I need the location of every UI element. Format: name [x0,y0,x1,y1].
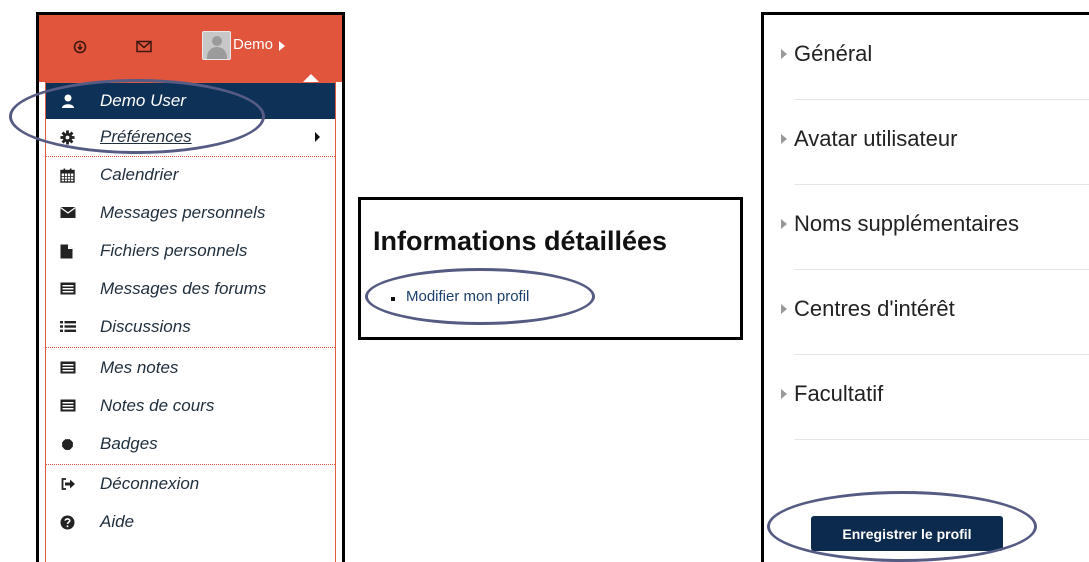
menu-item-label: Mes notes [100,358,179,377]
section-interests[interactable]: Centres d'intérêt [764,270,1089,355]
envelope-icon[interactable] [136,40,152,56]
sign-out-icon [60,477,76,491]
section-user-avatar[interactable]: Avatar utilisateur [764,100,1089,185]
menu-item-label: Aide [100,512,135,531]
user-menu-panel: Demo Demo User Préférences Calendrier Me… [36,12,345,562]
collapse-arrow-icon [781,49,787,59]
list-bullet [391,297,395,301]
menu-divider [46,347,335,348]
menu-item-personal-files[interactable]: Fichiers personnels [46,233,335,269]
menu-item-calendar[interactable]: Calendrier [46,157,335,193]
menu-item-label: Messages des forums [100,279,267,298]
details-panel: Informations détaillées Modifier mon pro… [358,197,743,340]
list-alt-icon [60,399,76,413]
collapse-arrow-icon [781,389,787,399]
collapse-arrow-icon [781,134,787,144]
menu-item-label: Déconnexion [100,474,200,493]
section-title: Avatar utilisateur [794,126,958,151]
section-additional-names[interactable]: Noms supplémentaires [764,185,1089,270]
submenu-caret-icon [315,132,320,142]
menu-item-label: Calendrier [100,165,179,184]
section-general[interactable]: Général [764,15,1089,100]
menu-item-preferences[interactable]: Préférences [46,119,335,155]
profile-form-panel: Général Avatar utilisateur Noms suppléme… [761,12,1089,562]
section-title: Centres d'intérêt [794,296,955,321]
menu-item-label: Préférences [100,127,192,146]
user-name[interactable]: Demo [233,36,273,53]
navbar: Demo [39,15,342,82]
avatar-shoulders [207,47,227,59]
question-icon [60,515,76,530]
menu-item-label: Notes de cours [100,396,215,415]
caret-right-icon[interactable] [279,41,285,51]
menu-item-my-grades[interactable]: Mes notes [46,350,335,386]
gear-icon [60,130,76,145]
menu-item-logout[interactable]: Déconnexion [46,466,335,502]
menu-item-label: Messages personnels [100,203,266,222]
list-alt-icon [60,361,76,375]
menu-item-label: Discussions [100,317,191,336]
user-icon [60,94,76,108]
menu-divider [46,464,335,465]
collapse-arrow-icon [781,304,787,314]
menu-item-forum-posts[interactable]: Messages des forums [46,271,335,307]
dropdown-pointer [303,74,319,82]
list-icon [60,320,76,334]
download-icon[interactable] [73,40,87,57]
menu-item-course-grades[interactable]: Notes de cours [46,388,335,424]
file-icon [60,244,76,259]
avatar[interactable] [202,31,231,60]
avatar-head [212,36,222,46]
menu-item-help[interactable]: Aide [46,504,335,540]
save-profile-button[interactable]: Enregistrer le profil [811,516,1003,551]
edit-profile-link[interactable]: Modifier mon profil [406,288,529,305]
section-divider [794,439,1089,440]
section-optional[interactable]: Facultatif [764,355,1089,440]
menu-item-badges[interactable]: Badges [46,426,335,462]
menu-item-personal-messages[interactable]: Messages personnels [46,195,335,231]
menu-item-label: Demo User [100,91,186,110]
user-dropdown-menu: Demo User Préférences Calendrier Message… [45,82,336,562]
menu-item-demo-user[interactable]: Demo User [46,83,335,119]
menu-item-label: Fichiers personnels [100,241,248,260]
menu-item-discussions[interactable]: Discussions [46,309,335,345]
menu-item-label: Badges [100,434,158,453]
badge-icon [60,437,76,451]
section-title: Noms supplémentaires [794,211,1019,236]
section-title: Facultatif [794,381,884,406]
section-title: Général [794,41,873,66]
details-title: Informations détaillées [373,226,668,256]
collapse-arrow-icon [781,219,787,229]
calendar-icon [60,168,76,183]
envelope-icon [60,206,76,220]
list-alt-icon [60,282,76,296]
